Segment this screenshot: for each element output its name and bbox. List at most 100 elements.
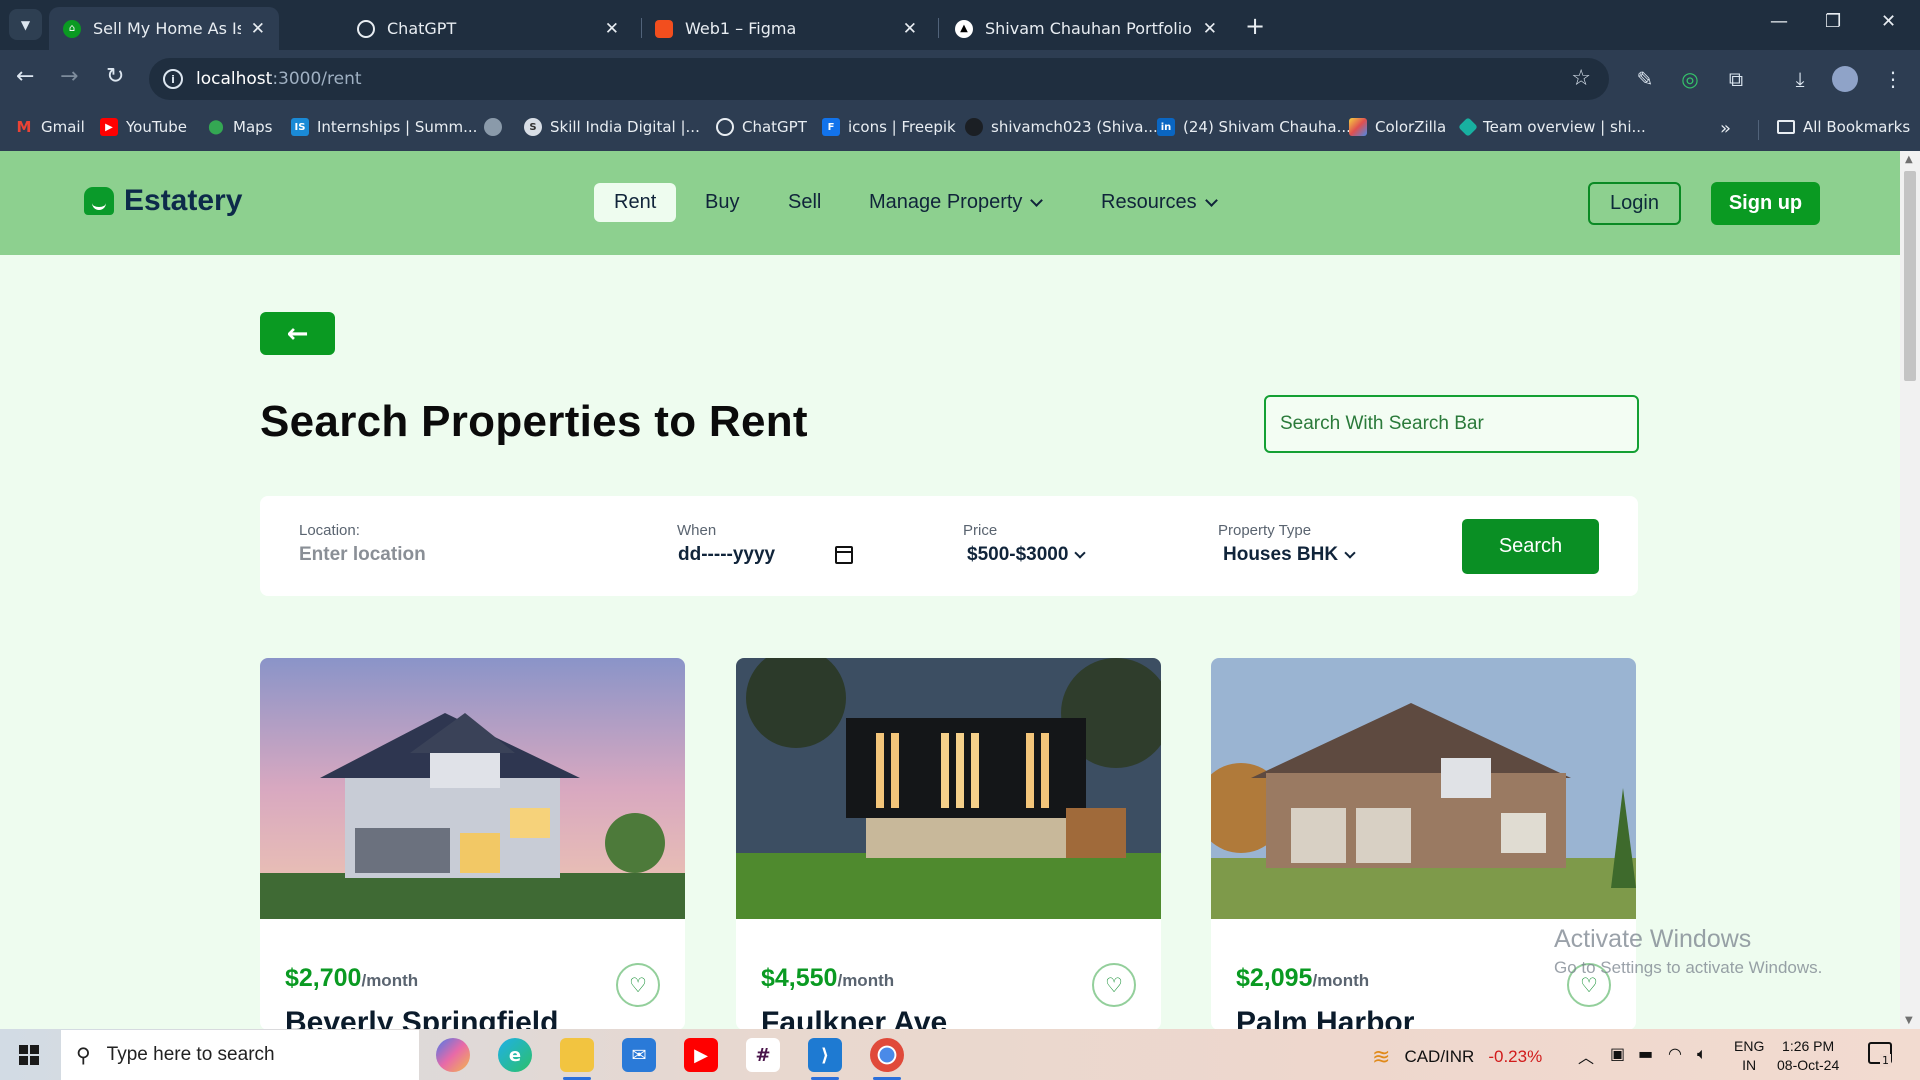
maps-pin-icon: ⬤ [208, 119, 224, 135]
profile-avatar-icon[interactable] [1832, 66, 1858, 92]
favorite-button[interactable]: ♡ [616, 963, 660, 1007]
bookmark-label: ColorZilla [1375, 118, 1447, 136]
close-icon[interactable]: ✕ [903, 19, 917, 39]
scroll-down-arrow-icon[interactable]: ▼ [1905, 1015, 1913, 1026]
vscode-icon[interactable]: ⟩ [808, 1038, 842, 1080]
property-card[interactable]: $2,700/month ♡ Beverly Springfield [260, 658, 685, 1030]
bookmark-team-overview[interactable]: Team overview | shi... [1458, 117, 1646, 137]
close-icon[interactable]: ✕ [605, 19, 619, 39]
brand-logo[interactable]: Estatery [84, 184, 242, 218]
search-button[interactable]: Search [1462, 519, 1599, 574]
url-text[interactable]: localhost:3000/rent [196, 69, 362, 89]
bookmark-linkedin[interactable]: in (24) Shivam Chauha... [1157, 118, 1351, 136]
nav-rent[interactable]: Rent [594, 183, 677, 222]
price-select[interactable]: $500-$3000 [967, 544, 1087, 566]
edge-icon[interactable]: e [498, 1038, 532, 1072]
bookmark-label: Skill India Digital |... [550, 118, 700, 136]
restore-icon[interactable]: ❐ [1825, 11, 1841, 32]
more-bookmarks-chevron-icon[interactable]: » [1720, 118, 1731, 139]
bookmark-gmail[interactable]: M Gmail [15, 118, 85, 136]
bookmark-chatgpt[interactable]: ChatGPT [716, 118, 807, 136]
bookmark-github[interactable]: shivamch023 (Shiva... [965, 118, 1158, 136]
forward-arrow-icon[interactable]: → [60, 64, 78, 89]
browser-tab-estatery[interactable]: ⌂ Sell My Home As Is for Cash in ✕ [49, 7, 279, 50]
tab-separator [938, 18, 939, 38]
bookmark-youtube[interactable]: ▶ YouTube [100, 118, 187, 136]
favorite-button[interactable]: ♡ [1092, 963, 1136, 1007]
bookmark-star-icon[interactable]: ☆ [1571, 66, 1591, 91]
new-tab-button[interactable]: + [1245, 12, 1265, 40]
close-icon[interactable]: ✕ [251, 19, 265, 39]
mail-icon[interactable]: ✉ [622, 1038, 656, 1072]
currency-ticker[interactable]: ≋ CAD/INR -0.23% [1372, 1044, 1542, 1070]
bookmark-label: Team overview | shi... [1483, 118, 1646, 136]
calendar-icon[interactable] [835, 546, 853, 564]
page-scrollbar[interactable]: ▲ ▼ [1900, 151, 1920, 1029]
scroll-up-arrow-icon[interactable]: ▲ [1905, 154, 1913, 165]
bookmark-internshala[interactable]: IS Internships | Summ... [291, 118, 477, 136]
all-bookmarks[interactable]: All Bookmarks [1777, 118, 1910, 136]
slack-icon[interactable]: # [746, 1038, 780, 1072]
clock-time: 1:26 PM [1782, 1038, 1835, 1054]
battery-icon[interactable]: ▬ [1638, 1044, 1653, 1063]
nav-sell[interactable]: Sell [788, 183, 821, 222]
chrome-icon[interactable] [870, 1038, 904, 1080]
bookmark-globe[interactable] [484, 118, 510, 136]
eyedropper-extension-icon[interactable]: ✎ [1632, 66, 1658, 92]
language-indicator[interactable]: ENG IN [1734, 1037, 1764, 1075]
close-icon[interactable]: ✕ [1203, 19, 1217, 39]
scroll-thumb[interactable] [1904, 171, 1916, 381]
wifi-icon[interactable]: ◠ [1668, 1044, 1682, 1063]
grammarly-extension-icon[interactable]: ◎ [1677, 66, 1703, 92]
back-button[interactable]: ← [260, 312, 335, 355]
bookmark-colorzilla[interactable]: ColorZilla [1349, 118, 1446, 136]
price-row: $2,700/month [285, 964, 418, 993]
close-window-icon[interactable]: ✕ [1881, 11, 1896, 32]
property-photo [260, 658, 685, 919]
taskbar-search[interactable]: ⚲ Type here to search [61, 1030, 419, 1080]
extensions-puzzle-icon[interactable]: ⧉ [1723, 66, 1749, 92]
back-arrow-icon[interactable]: ← [16, 64, 34, 89]
login-button[interactable]: Login [1588, 182, 1681, 225]
browser-tab-portfolio[interactable]: ▲ Shivam Chauhan Portfolio ✕ [941, 7, 1231, 50]
more-menu-icon[interactable]: ⋮ [1880, 66, 1906, 92]
nav-buy[interactable]: Buy [705, 183, 739, 222]
nav-resources[interactable]: Resources [1101, 183, 1218, 222]
browser-tab-chatgpt[interactable]: ChatGPT ✕ [343, 7, 633, 50]
price-row: $2,095/month [1236, 964, 1369, 993]
meet-now-icon[interactable]: ▣ [1610, 1044, 1625, 1063]
signup-button[interactable]: Sign up [1711, 182, 1820, 225]
chevron-down-icon [1030, 193, 1044, 207]
minimize-icon[interactable]: — [1770, 11, 1788, 32]
browser-tab-figma[interactable]: Web1 – Figma ✕ [641, 7, 931, 50]
listing-price: $2,700 [285, 964, 362, 992]
windows-start-icon[interactable] [19, 1045, 39, 1065]
date-input[interactable]: dd-----yyyy [678, 544, 775, 566]
clock[interactable]: 1:26 PM 08-Oct-24 [1777, 1037, 1839, 1075]
location-label: Location: [299, 522, 360, 539]
bookmark-label: Internships | Summ... [317, 118, 478, 136]
tab-search-button[interactable]: ▼ [9, 9, 42, 40]
browser-toolbar: ← → ↻ i localhost:3000/rent ☆ ✎ ◎ ⧉ ⤓ ⋮ [0, 50, 1920, 108]
file-explorer-icon[interactable] [560, 1038, 594, 1080]
copilot-icon[interactable] [436, 1038, 470, 1072]
property-card[interactable]: $4,550/month ♡ Faulkner Ave [736, 658, 1161, 1030]
download-icon[interactable]: ⤓ [1787, 66, 1813, 92]
search-icon: ⚲ [76, 1044, 91, 1067]
chevron-up-icon[interactable]: ︿ [1578, 1044, 1594, 1068]
youtube-app-icon[interactable]: ▶ [684, 1038, 718, 1072]
bookmark-maps[interactable]: ⬤ Maps [207, 118, 272, 136]
chevron-down-icon: ▼ [20, 17, 31, 32]
site-header: Estatery Rent Buy Sell Manage Property R… [0, 151, 1900, 255]
property-type-select[interactable]: Houses BHK [1223, 544, 1356, 566]
speaker-icon[interactable]: 🔈︎ [1697, 1044, 1707, 1064]
site-info-icon[interactable]: i [163, 69, 183, 89]
bookmark-skill-india[interactable]: S Skill India Digital |... [524, 118, 700, 136]
bookmark-freepik[interactable]: F icons | Freepik [822, 118, 956, 136]
linkedin-icon: in [1157, 118, 1175, 136]
nav-manage-property[interactable]: Manage Property [869, 183, 1044, 222]
address-bar[interactable]: i localhost:3000/rent ☆ [149, 58, 1609, 100]
location-input[interactable]: Enter location [299, 544, 426, 566]
search-input[interactable] [1264, 395, 1639, 453]
reload-icon[interactable]: ↻ [106, 64, 124, 89]
